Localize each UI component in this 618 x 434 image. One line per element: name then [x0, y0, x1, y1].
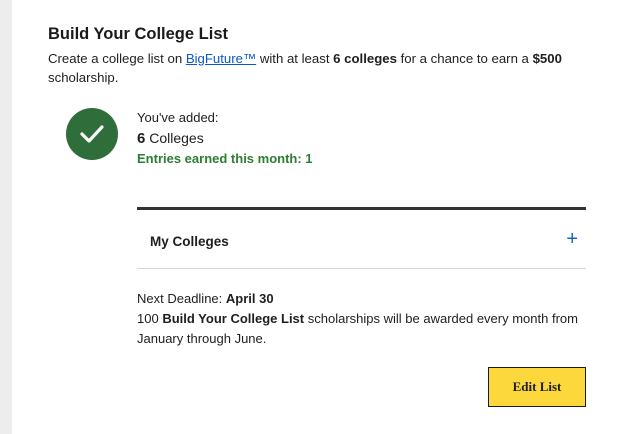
- college-count-requirement: 6 colleges: [333, 51, 397, 66]
- added-label: You've added:: [137, 110, 219, 125]
- college-count-number: 6: [137, 130, 146, 147]
- my-colleges-accordion[interactable]: My Colleges +: [137, 207, 586, 269]
- card-description: Create a college list on BigFuture™ with…: [48, 51, 562, 85]
- deadline-info: Next Deadline: April 30 100 Build Your C…: [137, 291, 578, 346]
- card-title: Build Your College List: [48, 25, 228, 43]
- scholarship-amount: $500: [532, 51, 562, 66]
- added-status: You've added: 6 Colleges Entries earned …: [137, 108, 313, 169]
- left-border-bar: [0, 0, 12, 434]
- edit-list-button[interactable]: Edit List: [488, 367, 586, 407]
- college-count: 6 Colleges: [137, 130, 204, 147]
- plus-icon[interactable]: +: [566, 228, 578, 251]
- bigfuture-link[interactable]: BigFuture™: [186, 51, 256, 66]
- check-icon: [66, 108, 118, 160]
- entries-earned: Entries earned this month: 1: [137, 151, 313, 166]
- my-colleges-label: My Colleges: [150, 234, 229, 249]
- college-list-card: Build Your College List Create a college…: [12, 0, 618, 434]
- deadline-date: April 30: [225, 291, 274, 306]
